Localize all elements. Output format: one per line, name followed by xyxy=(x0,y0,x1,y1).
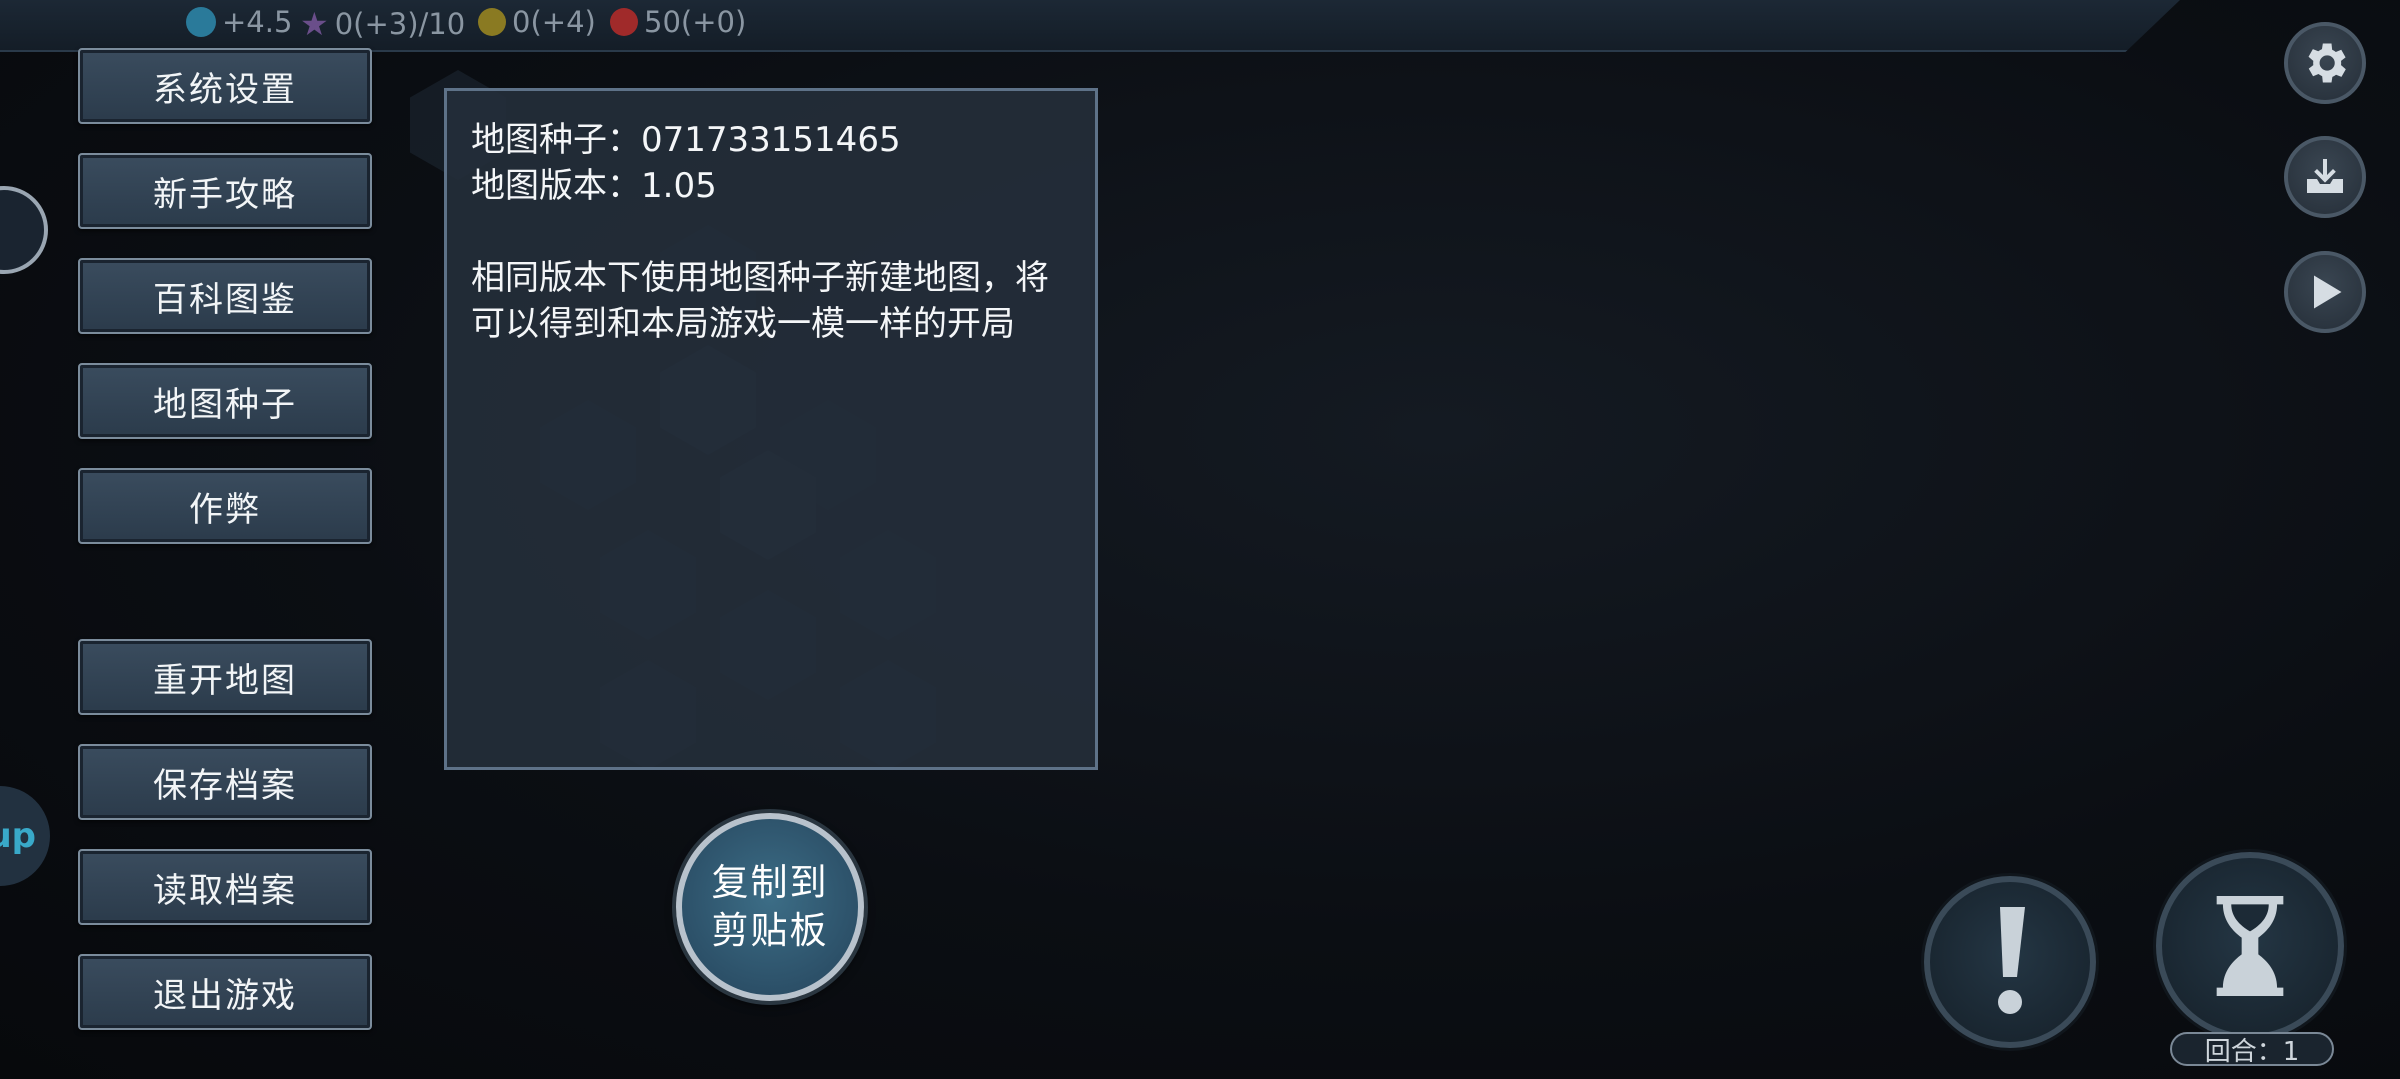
play-button[interactable] xyxy=(2284,251,2366,333)
turn-counter: 回合：1 xyxy=(2170,1032,2334,1067)
coin-icon xyxy=(478,8,506,36)
description-line: 可以得到和本局游戏一模一样的开局 xyxy=(471,304,1015,344)
population-icon xyxy=(610,8,638,36)
exclamation-icon xyxy=(1998,907,2025,1014)
star-icon: ★ xyxy=(300,5,329,43)
turn-label: 回合：1 xyxy=(2204,1036,2300,1067)
download-tray-icon xyxy=(2307,159,2343,193)
beginner-guide-button[interactable]: 新手攻略 xyxy=(78,153,372,229)
play-icon xyxy=(2314,275,2342,309)
restart-map-button[interactable]: 重开地图 xyxy=(78,639,372,715)
map-seed-text: 地图种子：071733151465 xyxy=(471,120,901,160)
gear-icon xyxy=(2308,43,2346,83)
star-value: 0(+3)/10 xyxy=(334,7,466,41)
load-game-button[interactable]: 读取档案 xyxy=(78,849,372,925)
description-line: 相同版本下使用地图种子新建地图，将 xyxy=(471,258,1049,298)
map-seed-button[interactable]: 地图种子 xyxy=(78,363,372,439)
encyclopedia-button[interactable]: 百科图鉴 xyxy=(78,258,372,334)
cheat-button[interactable]: 作弊 xyxy=(78,468,372,544)
star-resource: ★ 0(+3)/10 xyxy=(300,5,465,43)
hourglass-icon xyxy=(2216,896,2284,996)
save-download-button[interactable] xyxy=(2284,136,2366,218)
coin-value: 0(+4) xyxy=(512,5,596,39)
end-turn-button[interactable] xyxy=(2156,852,2344,1040)
side-badge-text: up xyxy=(0,816,36,856)
population-resource: 50(+0) xyxy=(610,5,746,39)
alert-button[interactable] xyxy=(1924,876,2096,1048)
copy-button-line2: 剪贴板 xyxy=(711,909,829,952)
save-game-button[interactable]: 保存档案 xyxy=(78,744,372,820)
exit-game-button[interactable]: 退出游戏 xyxy=(78,954,372,1030)
science-icon xyxy=(186,7,216,37)
copy-to-clipboard-button[interactable]: 复制到 剪贴板 xyxy=(676,813,864,1001)
copy-button-line1: 复制到 xyxy=(711,861,829,904)
coin-resource: 0(+4) xyxy=(478,5,596,39)
population-value: 50(+0) xyxy=(644,5,747,39)
science-resource: +4.5 xyxy=(186,5,292,39)
resource-bar: +4.5 ★ 0(+3)/10 0(+4) 50(+0) xyxy=(0,0,2180,52)
side-badge[interactable]: up xyxy=(0,786,50,886)
chat-bubble-icon[interactable] xyxy=(0,186,48,274)
system-settings-button[interactable]: 系统设置 xyxy=(78,48,372,124)
settings-button[interactable] xyxy=(2284,22,2366,104)
map-version-text: 地图版本：1.05 xyxy=(471,166,717,206)
map-seed-panel: 地图种子：071733151465 地图版本：1.05 相同版本下使用地图种子新… xyxy=(444,88,1098,770)
map-seed-description: 相同版本下使用地图种子新建地图，将 可以得到和本局游戏一模一样的开局 xyxy=(471,255,1071,347)
science-value: +4.5 xyxy=(222,5,293,39)
